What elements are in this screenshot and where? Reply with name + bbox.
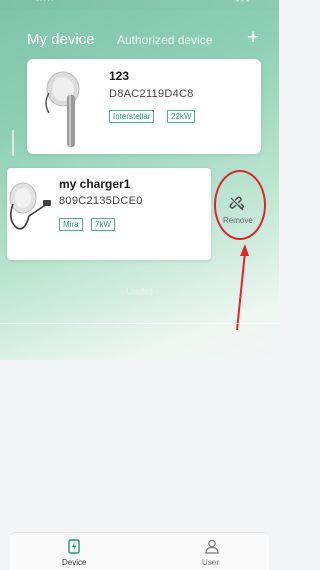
tab-authorized-device[interactable]: Authorized device	[117, 33, 212, 47]
charger-image	[9, 182, 51, 230]
nav-device[interactable]: Device	[50, 537, 100, 569]
device-card[interactable]: 123 D8AC2119D4C8 Interstellar 22kW	[27, 59, 261, 154]
list-end-text: - Loaded -	[121, 287, 158, 296]
model-tag: Mira	[59, 218, 83, 231]
remove-label: Remove	[223, 216, 253, 225]
status-time: ·····	[36, 0, 55, 5]
power-tag: 7kW	[91, 218, 115, 231]
header: My device Authorized device +	[0, 27, 279, 52]
bottom-navigation: Device User	[10, 532, 269, 570]
device-id: 809C2135DCE0	[59, 195, 143, 207]
divider	[0, 323, 279, 324]
scroll-indicator	[12, 130, 14, 156]
nav-user-label: User	[202, 558, 219, 567]
status-bar: ····· ▪ ▪ ▪	[0, 0, 279, 10]
unlink-icon	[229, 196, 245, 211]
tab-my-device[interactable]: My device	[27, 31, 95, 48]
device-name: 123	[109, 69, 130, 83]
user-icon	[205, 539, 219, 554]
charger-image	[45, 71, 80, 147]
power-tag: 22kW	[167, 110, 196, 123]
add-device-button[interactable]: +	[243, 27, 263, 49]
nav-user[interactable]: User	[192, 537, 232, 569]
device-name: my charger1	[59, 177, 131, 191]
charger-nav-icon	[68, 539, 80, 554]
device-id: D8AC2119D4C8	[109, 88, 194, 100]
status-icons: ▪ ▪ ▪	[236, 0, 249, 5]
device-card[interactable]: my charger1 809C2135DCE0 Mira 7kW	[7, 168, 211, 260]
model-tag: Interstellar	[109, 110, 155, 123]
nav-device-label: Device	[62, 558, 87, 567]
